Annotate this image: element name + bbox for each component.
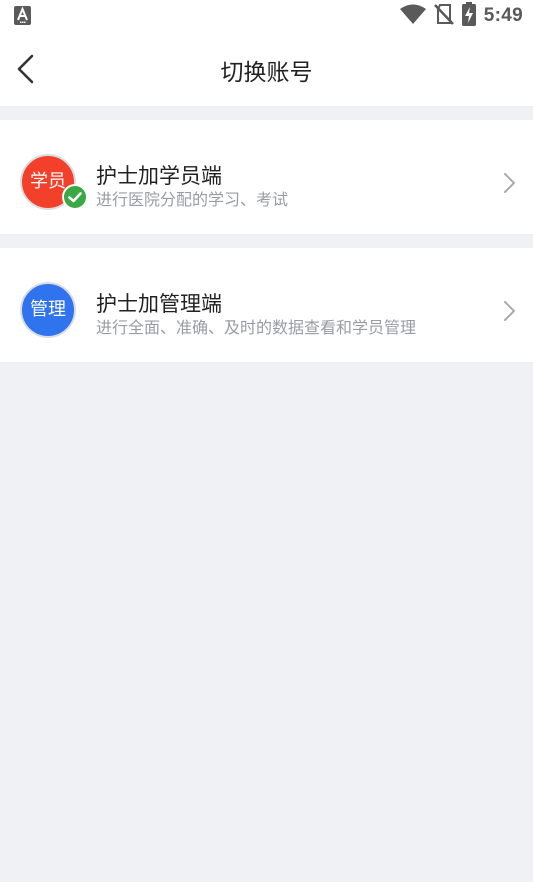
check-circle-icon	[62, 184, 88, 210]
account-item-admin[interactable]: 管理 护士加管理端 进行全面、准确、及时的数据查看和学员管理	[0, 248, 533, 362]
status-bar: 5:49	[0, 0, 533, 32]
text-a-icon	[14, 6, 31, 25]
nav-bar: 切换账号	[0, 32, 533, 106]
avatar: 管理	[20, 282, 76, 338]
avatar-text: 学员	[30, 171, 66, 192]
account-item-student[interactable]: 学员 护士加学员端 进行医院分配的学习、考试	[0, 120, 533, 234]
avatar-text: 管理	[30, 299, 66, 320]
wifi-icon	[399, 4, 426, 28]
account-description: 进行全面、准确、及时的数据查看和学员管理	[96, 318, 417, 337]
status-time: 5:49	[483, 5, 523, 26]
chevron-right-icon	[501, 300, 517, 322]
page-title: 切换账号	[220, 60, 313, 86]
chevron-right-icon	[501, 172, 517, 194]
no-sim-icon	[433, 3, 454, 29]
battery-charging-icon	[461, 2, 476, 30]
account-description: 进行医院分配的学习、考试	[96, 190, 289, 209]
